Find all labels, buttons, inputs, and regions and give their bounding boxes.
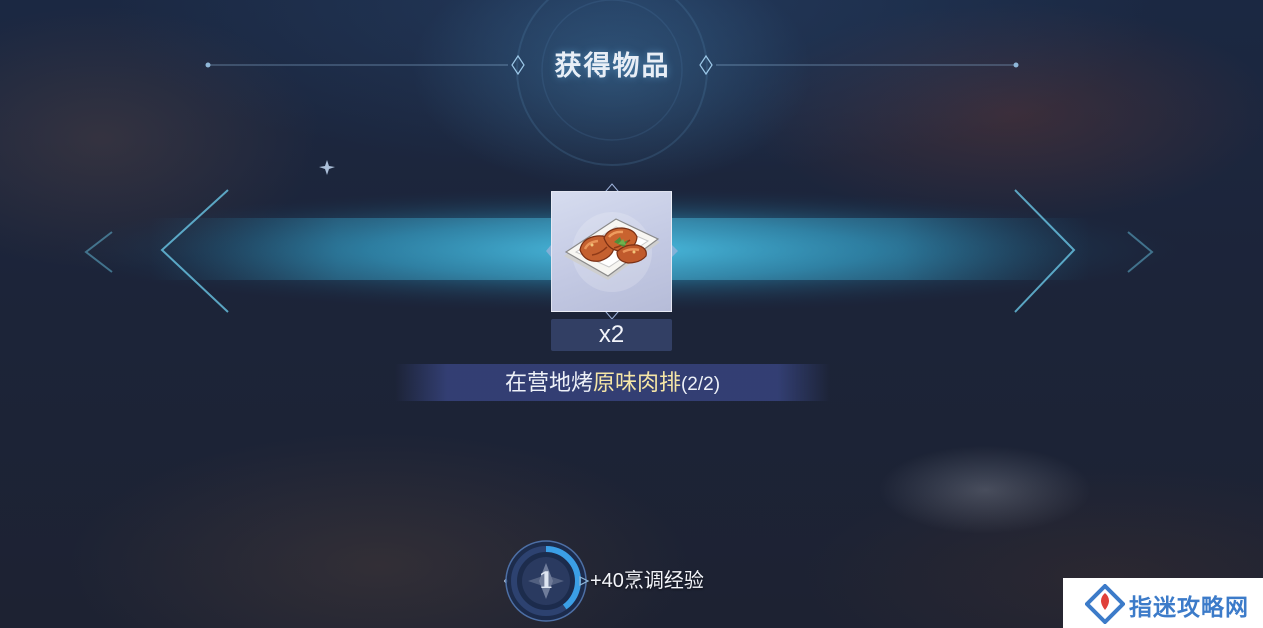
reward-popup[interactable]: 获得物品 x2 在营地烤原味肉排(2/2) 1 +40烹调经验 指迷攻略网 xyxy=(0,0,1263,628)
watermark: 指迷攻略网 xyxy=(1063,578,1263,628)
page-title: 获得物品 xyxy=(554,51,671,82)
experience-gain: +40烹调经验 xyxy=(590,570,704,592)
background-decoration xyxy=(60,0,1180,320)
cooking-level: 1 xyxy=(538,568,554,594)
reward-item-card[interactable] xyxy=(551,191,672,312)
site-logo-icon xyxy=(1085,584,1125,624)
task-description: 在营地烤原味肉排(2/2) xyxy=(395,364,830,401)
grilled-meat-plate-icon xyxy=(564,212,660,292)
task-prefix: 在营地烤 xyxy=(504,370,593,395)
task-progress: (2/2) xyxy=(680,374,721,395)
task-item-name: 原味肉排 xyxy=(592,370,681,395)
watermark-text: 指迷攻略网 xyxy=(1129,594,1249,621)
item-quantity: x2 xyxy=(551,319,672,351)
